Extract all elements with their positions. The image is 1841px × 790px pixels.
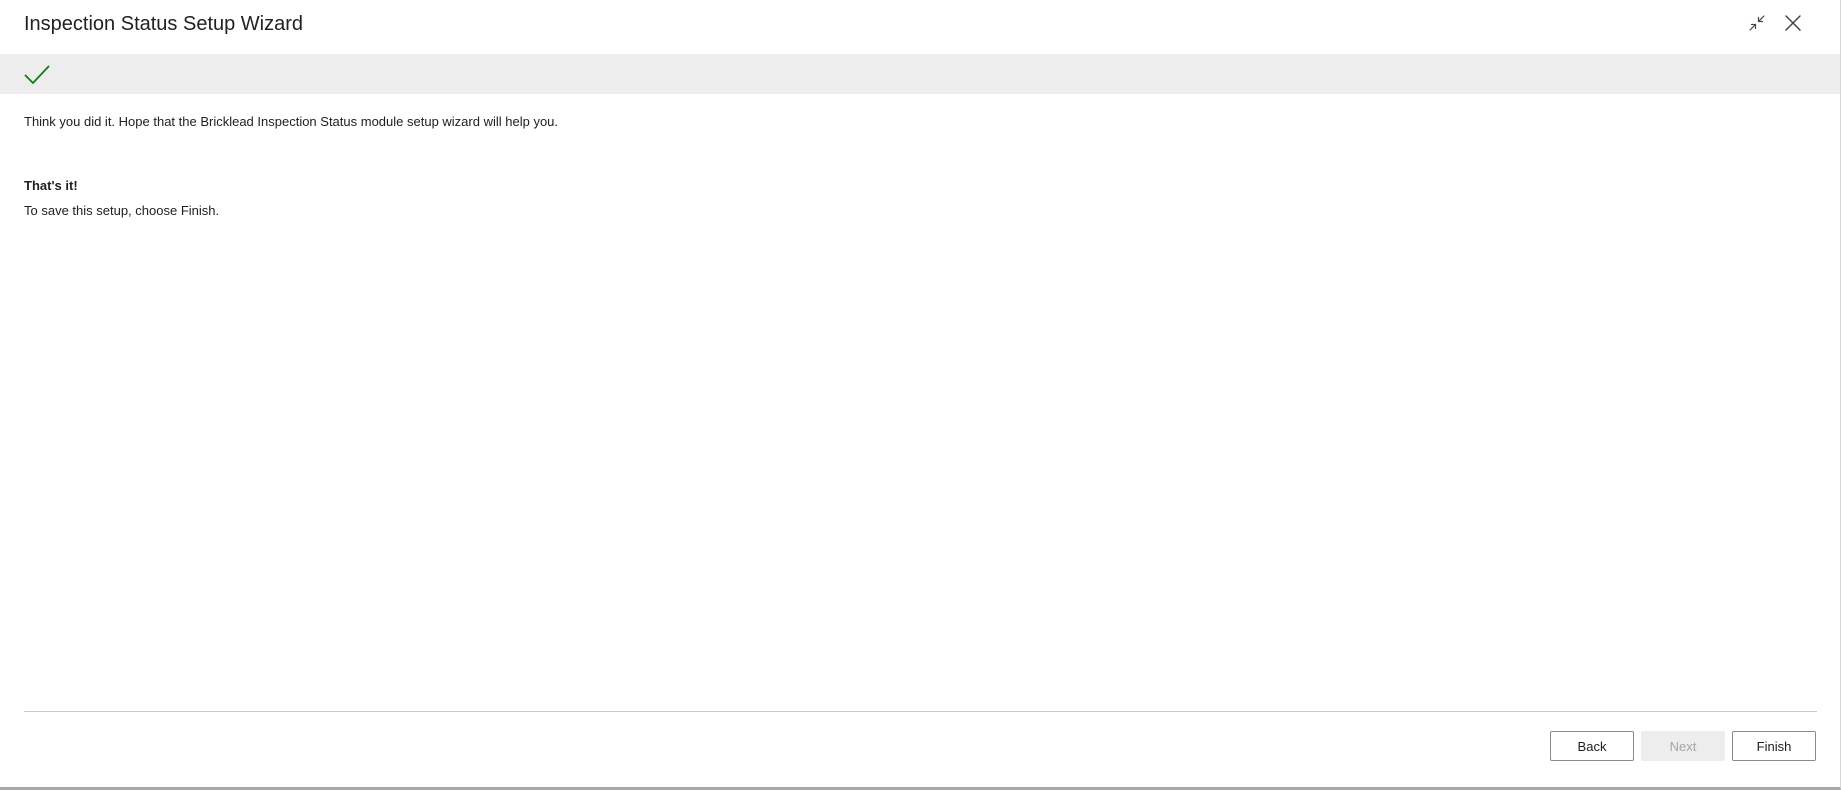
back-button[interactable]: Back: [1550, 731, 1634, 761]
collapse-arrows-icon[interactable]: [1746, 12, 1768, 34]
title-bar: Inspection Status Setup Wizard: [0, 0, 1840, 54]
footer-divider: [24, 711, 1817, 712]
wizard-navigation: Back Next Finish: [1550, 731, 1816, 761]
page-title: Inspection Status Setup Wizard: [24, 13, 304, 35]
window-actions: [1746, 12, 1804, 34]
next-button: Next: [1641, 731, 1725, 761]
close-icon[interactable]: [1782, 12, 1804, 34]
intro-text: Think you did it. Hope that the Bricklea…: [24, 114, 559, 129]
finish-button[interactable]: Finish: [1732, 731, 1816, 761]
wizard-content: Think you did it. Hope that the Bricklea…: [24, 112, 1816, 221]
setup-wizard-dialog: Inspection Status Setup Wizard Think you…: [0, 0, 1841, 790]
done-instructions: To save this setup, choose Finish.: [24, 203, 220, 218]
checkmark-icon: [24, 64, 50, 86]
completion-banner: [0, 54, 1840, 94]
done-heading: That's it!: [24, 178, 78, 193]
